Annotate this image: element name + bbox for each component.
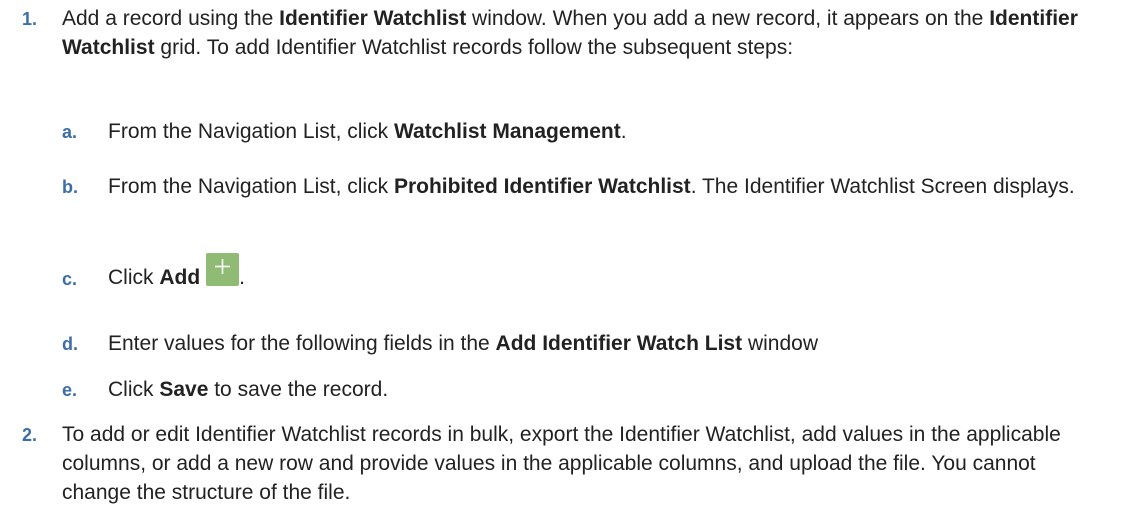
substep-text: From the Navigation List, click Watchlis… (108, 120, 627, 143)
bold-term: Watchlist Management (393, 120, 621, 143)
substep-text: From the Navigation List, click Prohibit… (108, 175, 1075, 198)
substep-letter: d. (62, 334, 78, 354)
substep-text: Click Add. (108, 253, 1107, 292)
bold-term: Save (159, 378, 209, 401)
substep-letter: b. (62, 177, 78, 197)
substep-text: Enter values for the following fields in… (108, 332, 818, 355)
bold-term: Prohibited Identifier Watchlist (393, 175, 691, 198)
plus-icon (206, 253, 240, 286)
substep-text: Click Save to save the record. (108, 378, 389, 401)
procedure-document: 1. Add a record using the Identifier Wat… (0, 0, 1147, 510)
step-text: To add or edit Identifier Watchlist reco… (62, 423, 1061, 504)
step-text: Add a record using the Identifier Watchl… (62, 7, 1078, 59)
bold-term: Identifier Watchlist (279, 7, 467, 30)
bold-term: Add Identifier Watch List (495, 332, 743, 355)
substep-letter: a. (62, 122, 78, 142)
substep-letter: c. (62, 269, 78, 289)
substep-letter: e. (62, 380, 78, 400)
bold-term: Add (159, 266, 201, 289)
step-number: 1. (22, 9, 38, 29)
step-number: 2. (22, 425, 38, 445)
